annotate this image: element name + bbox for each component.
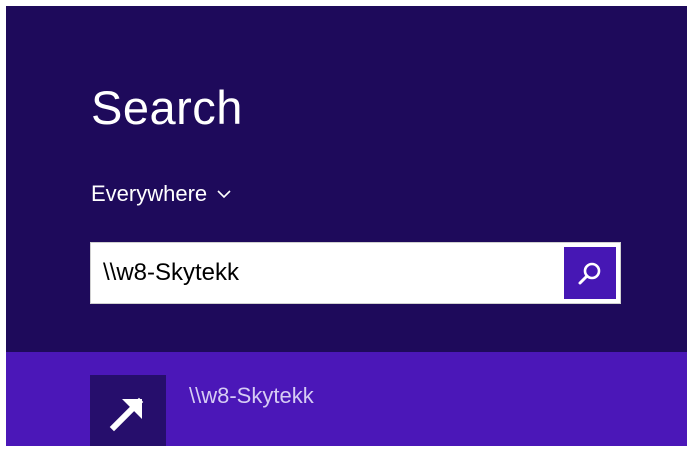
result-label: \\w8-Skytekk bbox=[189, 383, 314, 408]
search-pane: Search Everywhere \\w8-Skytekk bbox=[6, 6, 687, 446]
chevron-down-icon bbox=[217, 190, 231, 199]
search-result-item[interactable]: \\w8-Skytekk bbox=[6, 352, 687, 446]
search-box bbox=[90, 242, 621, 304]
search-input[interactable] bbox=[91, 243, 559, 303]
search-scope-label: Everywhere bbox=[91, 181, 208, 206]
search-icon bbox=[578, 262, 601, 285]
search-button[interactable] bbox=[564, 247, 616, 299]
arrow-up-right-icon bbox=[109, 397, 144, 432]
result-tile bbox=[90, 375, 166, 446]
page-title: Search bbox=[91, 81, 243, 134]
search-scope-dropdown[interactable]: Everywhere bbox=[91, 181, 231, 207]
